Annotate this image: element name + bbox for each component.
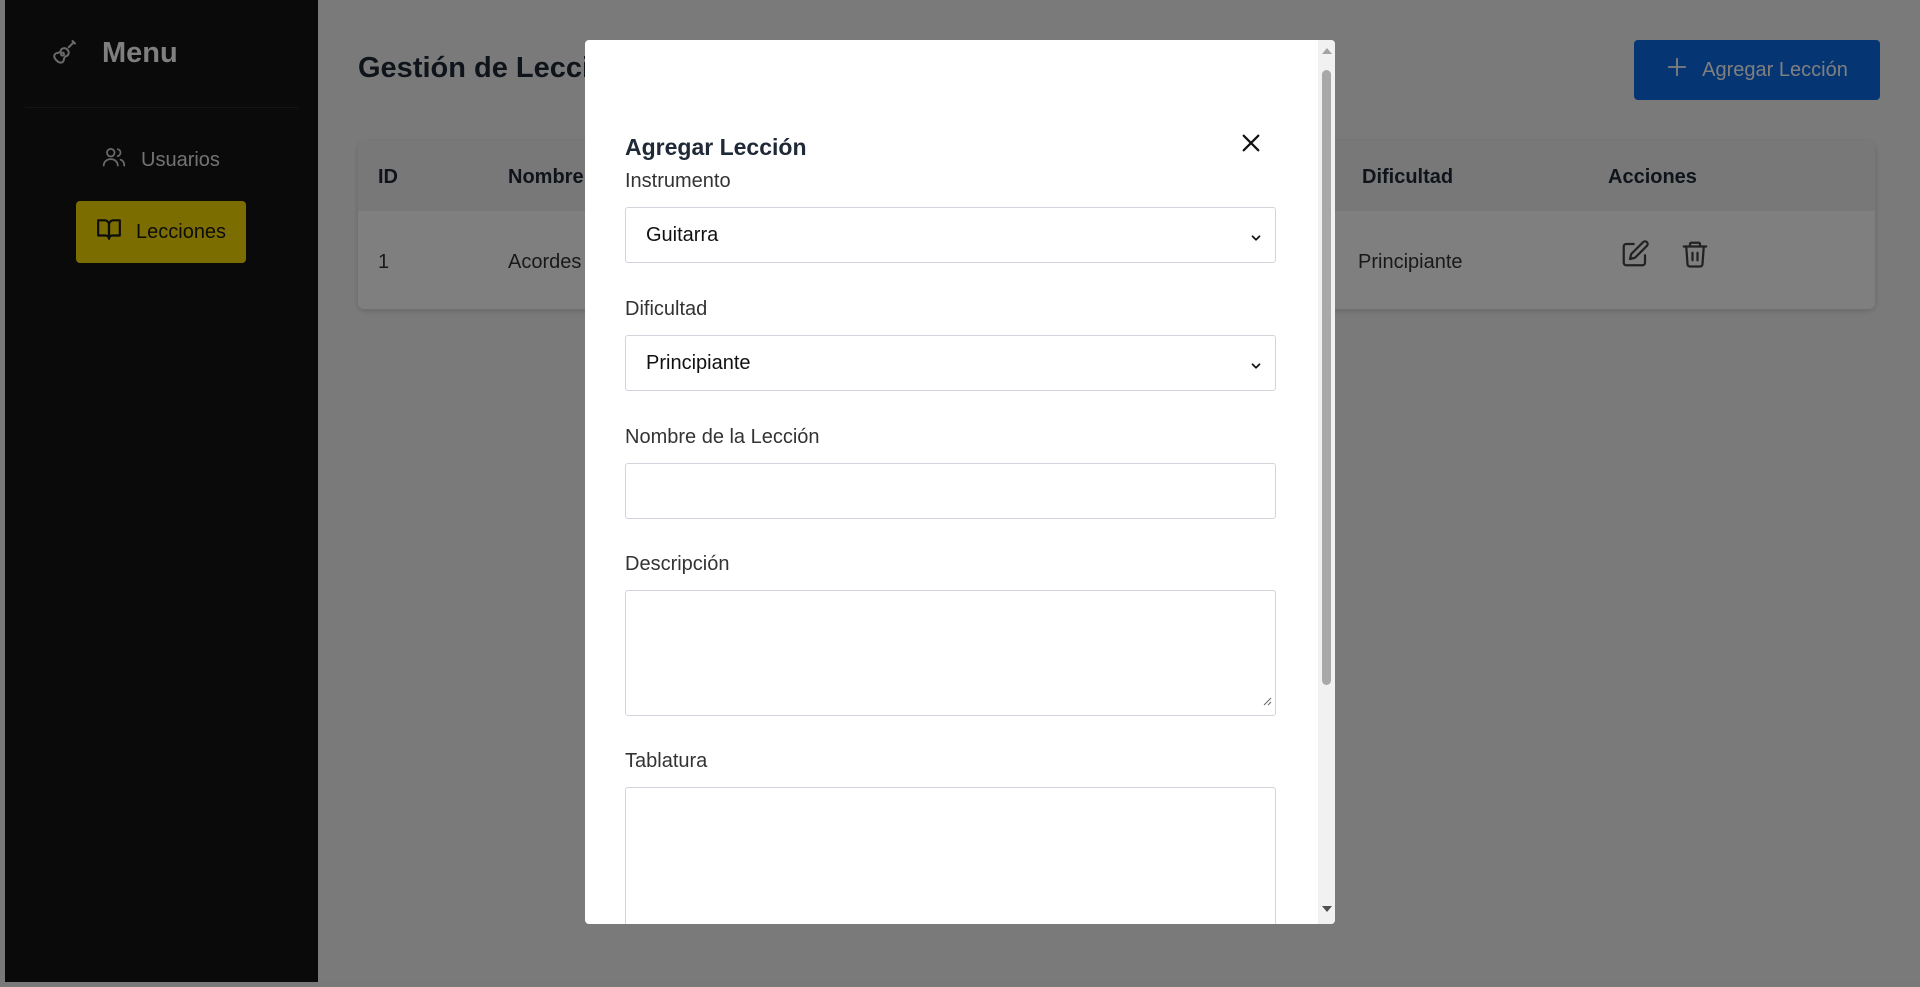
resize-handle-icon[interactable]: [1262, 689, 1272, 712]
scroll-down-arrow-icon[interactable]: [1322, 906, 1332, 912]
nombre-label: Nombre de la Lección: [625, 426, 820, 448]
modal-scrollbar[interactable]: [1318, 40, 1335, 924]
modal-title: Agregar Lección: [625, 134, 807, 160]
scroll-up-arrow-icon[interactable]: [1322, 48, 1332, 54]
scroll-thumb[interactable]: [1322, 70, 1331, 685]
dificultad-label: Dificultad: [625, 298, 708, 320]
descripcion-label: Descripción: [625, 553, 730, 575]
dificultad-value: Principiante: [646, 351, 751, 374]
descripcion-textarea[interactable]: [625, 590, 1276, 716]
close-icon[interactable]: [1236, 128, 1266, 158]
instrumento-select[interactable]: Guitarra: [625, 207, 1276, 263]
nombre-input[interactable]: [625, 463, 1276, 519]
chevron-down-icon: [1249, 356, 1263, 379]
tablatura-label: Tablatura: [625, 750, 708, 772]
tablatura-textarea[interactable]: [625, 787, 1276, 924]
chevron-down-icon: [1249, 228, 1263, 251]
instrumento-label: Instrumento: [625, 170, 731, 192]
dificultad-select[interactable]: Principiante: [625, 335, 1276, 391]
instrumento-value: Guitarra: [646, 223, 719, 246]
add-lesson-modal: Agregar Lección Instrumento Guitarra Dif…: [585, 40, 1335, 924]
